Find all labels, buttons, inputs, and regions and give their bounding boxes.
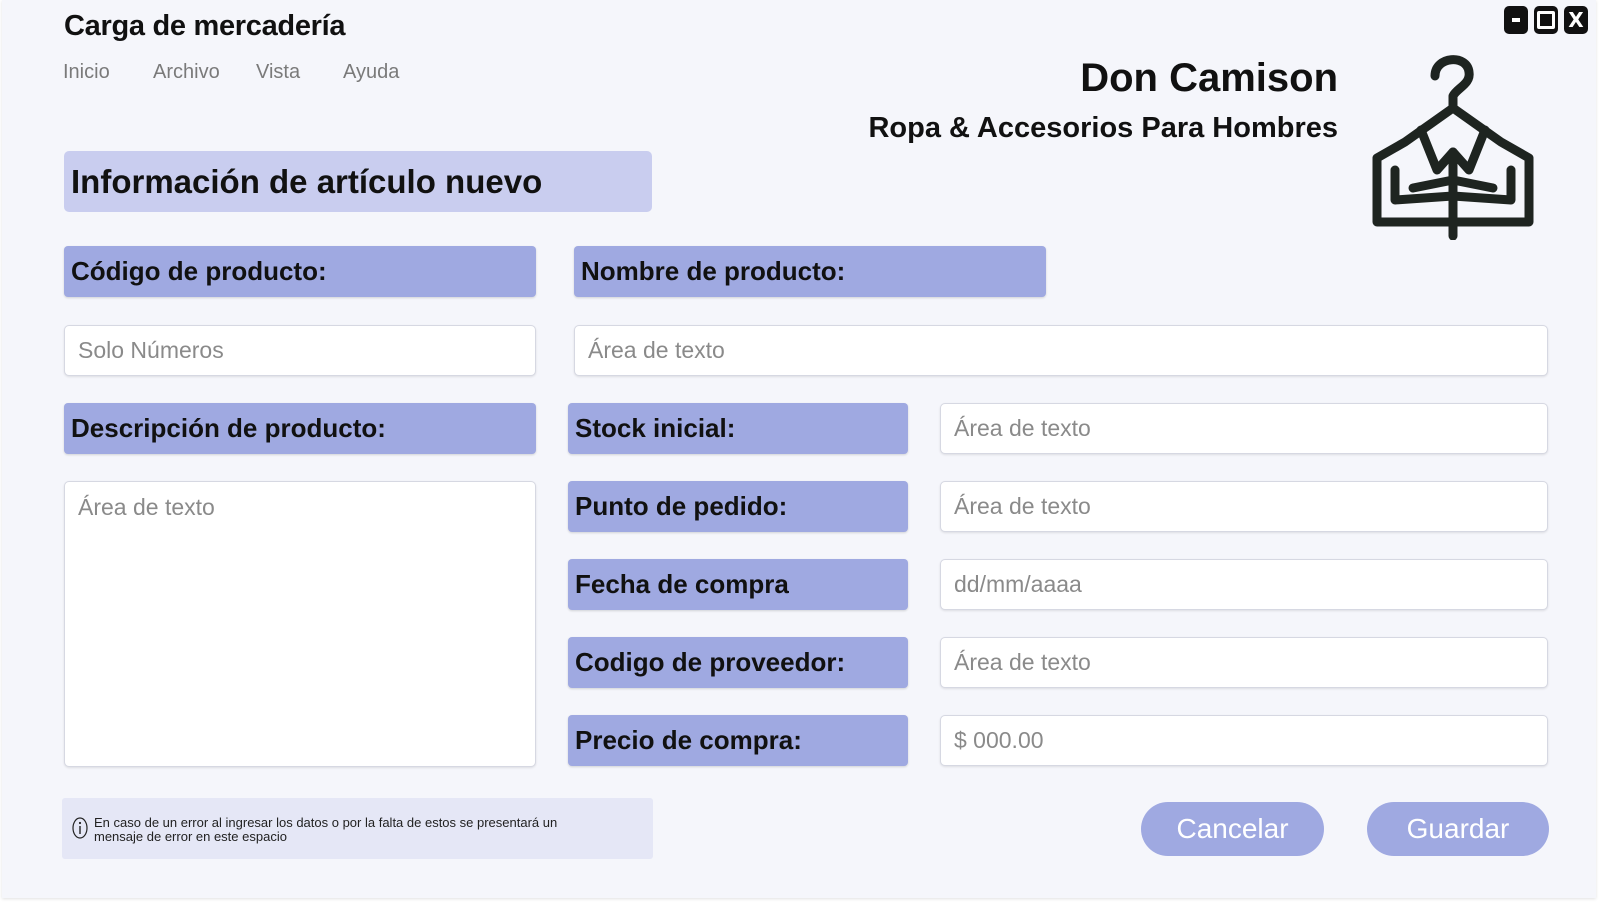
nombre-input[interactable] bbox=[574, 325, 1548, 376]
descripcion-label: Descripción de producto: bbox=[64, 403, 536, 454]
codigo-input[interactable] bbox=[64, 325, 536, 376]
fecha-label: Fecha de compra bbox=[568, 559, 908, 610]
cancel-button[interactable]: Cancelar bbox=[1141, 802, 1324, 856]
precio-label: Precio de compra: bbox=[568, 715, 908, 766]
descripcion-textarea[interactable] bbox=[64, 481, 536, 767]
codigo-label: Código de producto: bbox=[64, 246, 536, 297]
section-title: Información de artículo nuevo bbox=[64, 151, 652, 212]
menu-item-inicio[interactable]: Inicio bbox=[63, 61, 110, 84]
error-message-text: En caso de un error al ingresar los dato… bbox=[94, 815, 558, 844]
save-button[interactable]: Guardar bbox=[1367, 802, 1549, 856]
menu-item-vista[interactable]: Vista bbox=[256, 61, 300, 84]
stock-input[interactable] bbox=[940, 403, 1548, 454]
stock-label: Stock inicial: bbox=[568, 403, 908, 454]
proveedor-label: Codigo de proveedor: bbox=[568, 637, 908, 688]
punto-pedido-input[interactable] bbox=[940, 481, 1548, 532]
brand-tagline: Ropa & Accesorios Para Hombres bbox=[868, 112, 1338, 144]
window-title: Carga de mercadería bbox=[64, 10, 346, 42]
menu-item-ayuda[interactable]: Ayuda bbox=[343, 61, 399, 84]
error-message-area: En caso de un error al ingresar los dato… bbox=[62, 798, 653, 859]
minimize-icon[interactable] bbox=[1504, 6, 1528, 34]
shirt-hanger-icon bbox=[1372, 55, 1534, 240]
brand-name: Don Camison bbox=[1080, 56, 1338, 100]
fecha-input[interactable] bbox=[940, 559, 1548, 610]
punto-pedido-label: Punto de pedido: bbox=[568, 481, 908, 532]
proveedor-input[interactable] bbox=[940, 637, 1548, 688]
nombre-label: Nombre de producto: bbox=[574, 246, 1046, 297]
info-icon bbox=[72, 817, 88, 839]
menu-item-archivo[interactable]: Archivo bbox=[153, 61, 220, 84]
precio-input[interactable] bbox=[940, 715, 1548, 766]
window-controls: X bbox=[1504, 6, 1588, 34]
app-window: Carga de mercadería Inicio Archivo Vista… bbox=[2, 0, 1596, 898]
maximize-icon[interactable] bbox=[1534, 6, 1558, 34]
close-icon[interactable]: X bbox=[1564, 6, 1588, 34]
